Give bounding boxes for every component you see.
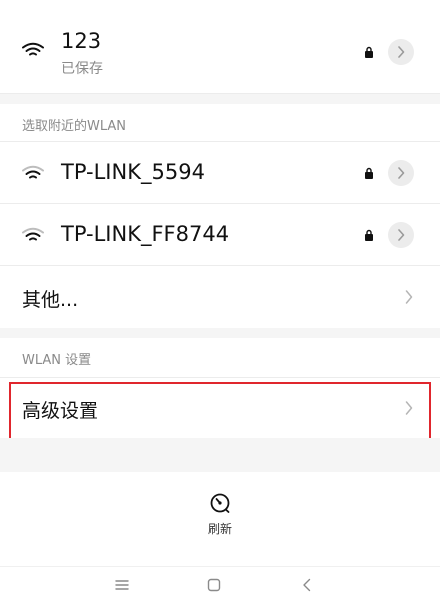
wifi-icon [22,165,44,181]
chevron-right-icon [398,46,405,58]
system-navigation-bar [0,566,440,600]
nearby-network-row[interactable]: TP-LINK_FF8744 [0,204,440,266]
wlan-settings-section-label: WLAN 设置 [22,353,92,368]
wlan-settings-screen: 123 已保存 选取附近的WLAN TP-LINK_5594 TP-LINK_F… [0,0,440,600]
home-icon[interactable] [206,577,222,593]
nearby-network-name: TP-LINK_FF8744 [61,222,230,246]
menu-icon[interactable] [114,577,130,593]
saved-network-detail-button[interactable] [388,39,414,65]
nearby-network-detail-button[interactable] [388,160,414,186]
nearby-network-name: TP-LINK_5594 [61,160,205,184]
advanced-settings-row[interactable]: 高级设置 [0,378,440,438]
other-network-row[interactable]: 其他... [0,266,440,328]
other-network-label: 其他... [22,289,79,311]
saved-network-status: 已保存 [61,61,103,77]
refresh-label: 刷新 [207,522,232,536]
nearby-network-detail-button[interactable] [388,222,414,248]
top-spacer [0,0,440,10]
advanced-settings-label: 高级设置 [22,400,99,422]
wifi-icon [22,42,44,58]
chevron-right-icon [398,229,405,241]
nearby-section-label: 选取附近的WLAN [22,119,127,134]
section-divider [0,328,440,338]
bottom-gap [0,438,440,472]
chevron-right-icon [405,290,413,304]
wifi-icon [22,227,44,243]
chevron-right-icon [398,167,405,179]
section-divider [0,94,440,104]
refresh-button[interactable]: 刷新 [186,488,254,544]
lock-icon [364,229,374,241]
back-icon[interactable] [299,577,315,593]
chevron-right-icon [405,401,413,415]
refresh-icon [210,493,230,513]
wlan-settings-section-header: WLAN 设置 [0,338,440,378]
saved-network-name: 123 [61,29,102,53]
refresh-bar: 刷新 [0,472,440,558]
nearby-network-row[interactable]: TP-LINK_5594 [0,142,440,204]
lock-icon [364,46,374,58]
nearby-section-header: 选取附近的WLAN [0,104,440,142]
lock-icon [364,167,374,179]
saved-network-row[interactable]: 123 已保存 [0,10,440,94]
